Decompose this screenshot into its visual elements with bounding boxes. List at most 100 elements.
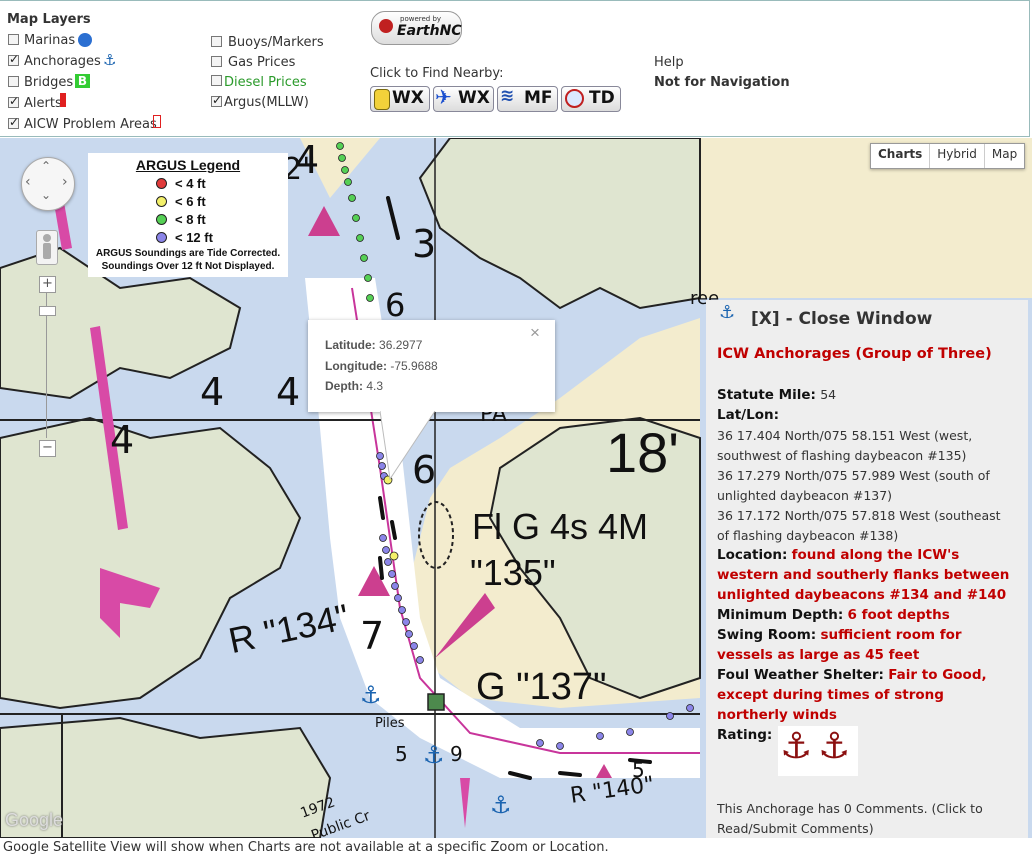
earthnc-logo[interactable]: powered by EarthNC xyxy=(371,11,462,45)
location-line: unlighted daybeacons #134 and #140 xyxy=(717,587,1007,603)
top-panel: Map Layers Marinas Anchorages ⚓ Bridges … xyxy=(0,0,1030,137)
anchorage-marker-2: ⚓ xyxy=(423,741,445,769)
buoys-label[interactable]: Buoys/Markers xyxy=(228,35,324,50)
legend-item: < 8 ft xyxy=(156,212,206,227)
location-row: Location: found along the ICW's xyxy=(717,547,960,563)
buoy-icon xyxy=(374,89,390,110)
green-dot-icon xyxy=(156,214,167,225)
comments-link[interactable]: This Anchorage has 0 Comments. (Click to xyxy=(717,801,983,816)
marinas-label[interactable]: Marinas xyxy=(24,33,75,48)
swing-line: vessels as large as 45 feet xyxy=(717,647,920,663)
legend-item: < 6 ft xyxy=(156,194,206,209)
piles-label: Piles xyxy=(375,716,405,731)
footer-note: Google Satellite View will show when Cha… xyxy=(3,840,609,855)
help-link[interactable]: Help xyxy=(654,55,684,70)
alert-icon xyxy=(60,93,66,107)
daybeacon-137-label: G "137" xyxy=(476,666,607,708)
min-depth-row: Minimum Depth: 6 foot depths xyxy=(717,607,950,623)
aicw-label[interactable]: AICW Problem Areas xyxy=(24,117,157,132)
map-type-control[interactable]: Charts Hybrid Map xyxy=(870,143,1026,169)
pan-up-icon[interactable]: ⌃ xyxy=(41,159,51,173)
anchorage-info-window: ⚓ [X] - Close Window ICW Anchorages (Gro… xyxy=(706,300,1028,838)
hybrid-button[interactable]: Hybrid xyxy=(929,144,984,168)
legend-note-1: ARGUS Soundings are Tide Corrected. xyxy=(95,248,281,259)
argus-checkbox[interactable] xyxy=(211,93,222,107)
zoom-in-button[interactable]: + xyxy=(39,276,56,293)
diesel-checkbox[interactable] xyxy=(211,75,222,86)
gas-checkbox[interactable] xyxy=(211,56,222,67)
anchorages-checkbox[interactable] xyxy=(8,52,19,66)
legend-item: < 4 ft xyxy=(156,176,206,191)
close-window-link[interactable]: [X] - Close Window xyxy=(751,309,932,329)
compass-icon xyxy=(565,89,584,108)
longitude-row: Longitude: -75.9688 xyxy=(325,359,438,373)
daybeacon-135-label: "135" xyxy=(470,552,556,593)
alerts-label[interactable]: Alerts xyxy=(24,96,62,111)
buoys-checkbox[interactable] xyxy=(211,36,222,47)
pan-left-icon[interactable]: ‹ xyxy=(25,174,31,190)
shelter-row: Foul Weather Shelter: Fair to Good, xyxy=(717,667,987,683)
legend-title: ARGUS Legend xyxy=(135,157,241,173)
sounding-4c: 4 xyxy=(276,370,301,414)
bridges-label[interactable]: Bridges xyxy=(24,75,73,90)
pan-down-icon[interactable]: ⌄ xyxy=(41,188,51,202)
latlon-line: of flashing daybeacon #138) xyxy=(717,528,899,543)
latlon-line: southwest of flashing daybeacon #135) xyxy=(717,448,967,463)
marinas-checkbox[interactable] xyxy=(8,34,19,45)
airplane-icon: ✈ xyxy=(435,85,452,109)
anchorages-label[interactable]: Anchorages xyxy=(24,54,101,69)
latitude-minute-label: 18' xyxy=(606,421,679,484)
map-layers-title: Map Layers xyxy=(7,12,91,27)
zoom-out-button[interactable]: − xyxy=(39,440,56,457)
latitude-row: Latitude: 36.2977 xyxy=(325,338,423,352)
anchor-rating-icon: ⚓ xyxy=(818,726,851,767)
sounding-5a: 5 xyxy=(395,742,408,766)
light-characteristic: Fl G 4s 4M xyxy=(472,506,649,547)
map-button[interactable]: Map xyxy=(983,144,1024,168)
latlon-line: unlighted daybeacon #137) xyxy=(717,488,893,503)
gas-label[interactable]: Gas Prices xyxy=(228,55,295,70)
popup-close-icon[interactable]: × xyxy=(530,323,540,343)
bridges-checkbox[interactable] xyxy=(8,76,19,87)
anchor-icon: ⚓ xyxy=(719,302,736,323)
airport-weather-button[interactable]: ✈ WX xyxy=(433,85,494,112)
not-for-navigation: Not for Navigation xyxy=(654,75,790,90)
marina-icon xyxy=(78,33,92,47)
marine-forecast-button[interactable]: ≋ MF xyxy=(497,86,558,112)
weather-button[interactable]: WX xyxy=(370,86,430,112)
comments-link[interactable]: Read/Submit Comments) xyxy=(717,821,874,836)
statute-mile-row: Statute Mile: 54 xyxy=(717,387,837,403)
sounding-7: 7 xyxy=(360,614,385,658)
tide-button[interactable]: TD xyxy=(561,86,621,112)
red-dot-icon xyxy=(156,178,167,189)
street-view-pegman[interactable] xyxy=(36,230,58,265)
sounding-6a: 6 xyxy=(385,286,406,324)
bridge-icon: B xyxy=(75,74,90,88)
location-line: western and southerly flanks between xyxy=(717,567,1010,583)
shelter-line: except during times of strong xyxy=(717,687,944,703)
argus-label[interactable]: Argus(MLLW) xyxy=(224,95,309,110)
sounding-4d: 4 xyxy=(110,418,135,462)
charts-button[interactable]: Charts xyxy=(871,144,929,168)
popup-pointer xyxy=(380,411,436,481)
anchor-rating-icon: ⚓ xyxy=(780,726,813,767)
depth-row: Depth: 4.3 xyxy=(325,379,384,393)
alerts-checkbox[interactable] xyxy=(8,94,19,108)
zoom-slider-handle[interactable] xyxy=(39,306,56,316)
waves-icon: ≋ xyxy=(500,86,515,106)
problem-area-icon xyxy=(153,115,161,128)
diesel-label[interactable]: Diesel Prices xyxy=(224,75,307,90)
pan-control[interactable]: ⌃ ‹ › ⌄ xyxy=(21,157,75,211)
latlon-label: Lat/Lon: xyxy=(717,407,779,423)
sounding-4b: 4 xyxy=(200,370,225,414)
pan-right-icon[interactable]: › xyxy=(62,174,68,190)
google-watermark: Google xyxy=(5,810,64,830)
sounding-9: 9 xyxy=(450,742,463,766)
yellow-dot-icon xyxy=(156,196,167,207)
legend-note-2: Soundings Over 12 ft Not Displayed. xyxy=(101,261,275,272)
latlon-line: 36 17.172 North/075 57.818 West (southea… xyxy=(717,508,1001,523)
sounding-popup: Latitude: 36.2977 Longitude: -75.9688 De… xyxy=(308,320,555,412)
anchorage-marker-3: ⚓ xyxy=(490,791,512,819)
aicw-checkbox[interactable] xyxy=(8,115,19,129)
latlon-line: 36 17.279 North/075 57.989 West (south o… xyxy=(717,468,990,483)
